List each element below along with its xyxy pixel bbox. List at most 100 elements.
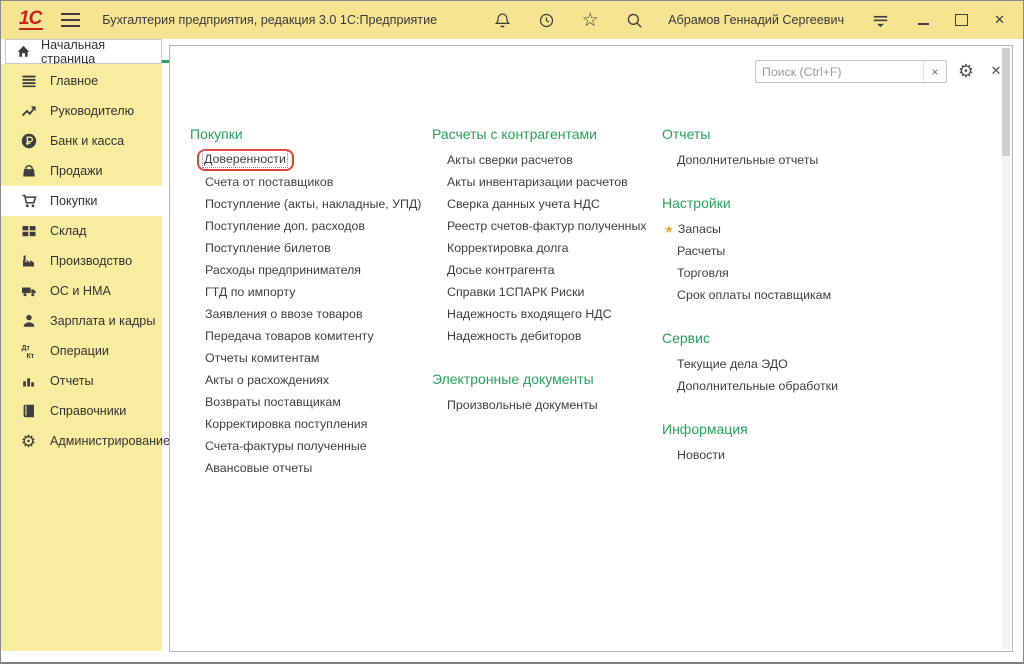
sidebar-item[interactable]: Покупки xyxy=(1,186,162,216)
menu-item[interactable]: Возвраты поставщикам xyxy=(190,391,445,413)
menu-item-label: Срок оплаты поставщикам xyxy=(677,288,831,302)
menu-item-label: Возвраты поставщикам xyxy=(205,395,341,409)
panel-scrollbar[interactable] xyxy=(1002,48,1010,649)
menu-item[interactable]: Дополнительные обработки xyxy=(662,375,962,397)
svg-text:Кт: Кт xyxy=(26,353,34,359)
maximize-button[interactable] xyxy=(955,11,968,29)
sidebar-item[interactable]: Банк и касса xyxy=(1,126,162,156)
service-menu-icon[interactable] xyxy=(870,10,890,30)
menu-item[interactable]: ГТД по импорту xyxy=(190,281,445,303)
sidebar-item[interactable]: ОС и НМА xyxy=(1,276,162,306)
menu-item[interactable]: Надежность входящего НДС xyxy=(432,303,667,325)
global-search-icon[interactable] xyxy=(624,10,644,30)
menu-item[interactable]: Текущие дела ЭДО xyxy=(662,353,962,375)
menu-item-label: Расходы предпринимателя xyxy=(205,263,361,277)
menu-item-label: Авансовые отчеты xyxy=(205,461,312,475)
bag-icon xyxy=(20,163,37,180)
bar-chart-icon xyxy=(20,373,37,390)
menu-column-2: Расчеты с контрагентамиАкты сверки расче… xyxy=(432,124,667,416)
notifications-bell-icon[interactable] xyxy=(492,10,512,30)
truck-icon xyxy=(20,283,37,300)
sidebar: ГлавноеРуководителюБанк и кассаПродажи По… xyxy=(1,64,162,651)
book-icon xyxy=(20,403,37,420)
menu-item[interactable]: Акты сверки расчетов xyxy=(432,149,667,171)
main-menu-icon[interactable] xyxy=(61,13,80,27)
scrollbar-thumb[interactable] xyxy=(1002,48,1010,156)
menu-section-title: Информация xyxy=(662,419,962,439)
svg-text:Дт: Дт xyxy=(21,345,30,352)
sidebar-item[interactable]: ДтКт Операции xyxy=(1,336,162,366)
menu-section-title: Сервис xyxy=(662,328,962,348)
menu-item-label: Запасы xyxy=(678,222,721,236)
sidebar-item[interactable]: Склад xyxy=(1,216,162,246)
sidebar-item-label: Администрирование xyxy=(50,434,170,448)
menu-item-label: Текущие дела ЭДО xyxy=(677,357,788,371)
menu-item-label: Акты инвентаризации расчетов xyxy=(447,175,628,189)
menu-item[interactable]: Корректировка долга xyxy=(432,237,667,259)
menu-item[interactable]: Сверка данных учета НДС xyxy=(432,193,667,215)
tab-home-label: Начальная страница xyxy=(41,38,152,66)
sidebar-item-label: Справочники xyxy=(50,404,126,418)
grid-icon xyxy=(20,223,37,240)
menu-item-label: Сверка данных учета НДС xyxy=(447,197,600,211)
close-button[interactable]: ✕ xyxy=(994,11,1005,29)
menu-item-label: Реестр счетов-фактур полученных xyxy=(447,219,647,233)
menu-item[interactable]: Досье контрагента xyxy=(432,259,667,281)
menu-item[interactable]: Торговля xyxy=(662,262,962,284)
menu-item[interactable]: Произвольные документы xyxy=(432,394,667,416)
sidebar-item[interactable]: Справочники xyxy=(1,396,162,426)
menu-item[interactable]: Авансовые отчеты xyxy=(190,457,445,479)
sidebar-item[interactable]: Отчеты xyxy=(1,366,162,396)
menu-item-label: Акты о расхождениях xyxy=(205,373,329,387)
menu-item[interactable]: Отчеты комитентам xyxy=(190,347,445,369)
sidebar-item[interactable]: Главное xyxy=(1,66,162,96)
menu-item[interactable]: Акты инвентаризации расчетов xyxy=(432,171,667,193)
menu-item[interactable]: Дополнительные отчеты xyxy=(662,149,962,171)
menu-item[interactable]: Корректировка поступления xyxy=(190,413,445,435)
sidebar-item-label: Операции xyxy=(50,344,109,358)
menu-item[interactable]: Поступление доп. расходов xyxy=(190,215,445,237)
sidebar-item-label: ОС и НМА xyxy=(50,284,111,298)
menu-item[interactable]: ★Запасы xyxy=(662,218,962,240)
menu-section: Настройки★ЗапасыРасчетыТорговляСрок опла… xyxy=(662,193,962,306)
ruble-circle-icon xyxy=(20,133,37,150)
search-clear-icon[interactable]: × xyxy=(923,61,946,82)
sidebar-item[interactable]: Руководителю xyxy=(1,96,162,126)
menu-item[interactable]: Акты о расхождениях xyxy=(190,369,445,391)
current-user[interactable]: Абрамов Геннадий Сергеевич xyxy=(668,13,844,27)
panel-search-field[interactable]: × xyxy=(755,60,947,83)
favorites-star-icon[interactable]: ☆ xyxy=(580,10,600,30)
menu-item[interactable]: Расчеты xyxy=(662,240,962,262)
sidebar-item-label: Склад xyxy=(50,224,86,238)
menu-item[interactable]: Надежность дебиторов xyxy=(432,325,667,347)
gear-icon: ⚙ xyxy=(20,433,37,450)
menu-item[interactable]: Поступление билетов xyxy=(190,237,445,259)
menu-item[interactable]: Доверенности xyxy=(190,149,445,171)
menu-item-label: Надежность входящего НДС xyxy=(447,307,612,321)
sidebar-item[interactable]: Производство xyxy=(1,246,162,276)
menu-item-label: Надежность дебиторов xyxy=(447,329,581,343)
menu-item[interactable]: Заявления о ввозе товаров xyxy=(190,303,445,325)
search-input[interactable] xyxy=(756,61,923,82)
menu-item[interactable]: Поступление (акты, накладные, УПД) xyxy=(190,193,445,215)
menu-item[interactable]: Счета-фактуры полученные xyxy=(190,435,445,457)
sidebar-item[interactable]: Зарплата и кадры xyxy=(1,306,162,336)
sidebar-item[interactable]: Продажи xyxy=(1,156,162,186)
menu-item[interactable]: Передача товаров комитенту xyxy=(190,325,445,347)
menu-item[interactable]: Новости xyxy=(662,444,962,466)
menu-section-title: Электронные документы xyxy=(432,369,667,389)
menu-item[interactable]: Счета от поставщиков xyxy=(190,171,445,193)
minimize-button[interactable] xyxy=(918,11,929,29)
menu-column-1: ПокупкиДоверенностиСчета от поставщиковП… xyxy=(190,124,445,479)
menu-item[interactable]: Реестр счетов-фактур полученных xyxy=(432,215,667,237)
menu-item[interactable]: Справки 1СПАРК Риски xyxy=(432,281,667,303)
history-icon[interactable] xyxy=(536,10,556,30)
sidebar-item-label: Покупки xyxy=(50,194,97,208)
menu-section: Информация Новости xyxy=(662,419,962,466)
menu-item-label: Счета от поставщиков xyxy=(205,175,333,189)
panel-settings-gear-icon[interactable]: ⚙ xyxy=(955,60,977,82)
menu-item[interactable]: Расходы предпринимателя xyxy=(190,259,445,281)
menu-item[interactable]: Срок оплаты поставщикам xyxy=(662,284,962,306)
sidebar-item[interactable]: ⚙Администрирование xyxy=(1,426,162,456)
tab-home-page[interactable]: Начальная страница xyxy=(5,39,162,64)
